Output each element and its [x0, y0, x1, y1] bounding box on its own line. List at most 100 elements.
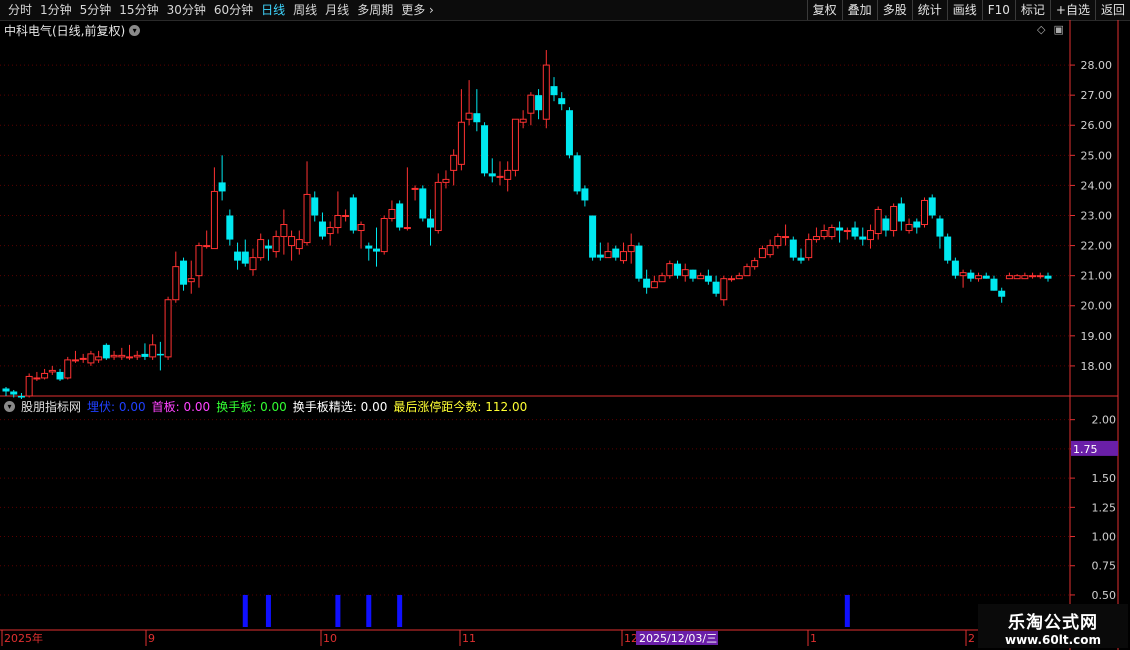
- indicator-bar: [366, 594, 372, 627]
- candle-body-down: [882, 218, 890, 231]
- candle-body-up: [604, 251, 612, 259]
- time-axis-label: 2025年: [4, 631, 43, 645]
- time-axis-label: 11: [462, 632, 476, 645]
- time-axis-label: 10: [323, 632, 337, 645]
- candle-body-down: [427, 218, 435, 228]
- indicator-axis-label: 1.25: [1092, 501, 1117, 514]
- candle-body-up: [866, 230, 874, 241]
- candle-body-up: [41, 372, 49, 379]
- candle-body-up: [751, 260, 759, 268]
- candle-body-down: [311, 197, 319, 216]
- candle-body-down: [156, 353, 164, 356]
- candle-body-up: [959, 272, 967, 277]
- candle-body-up: [133, 354, 141, 358]
- indicator-axis-label: 0.75: [1092, 560, 1117, 573]
- candle-body-down: [558, 98, 566, 105]
- indicator-axis-label: 1.00: [1092, 531, 1117, 544]
- candle-body-up: [843, 230, 851, 233]
- candle-body-up: [172, 266, 180, 301]
- candle-body-up: [735, 275, 743, 280]
- candle-body-down: [704, 275, 712, 282]
- candle-body-down: [241, 251, 249, 264]
- candle-body-up: [164, 299, 172, 358]
- candle-body-up: [334, 214, 342, 229]
- candle-body-up: [890, 205, 898, 232]
- time-axis-label: 12: [624, 632, 638, 645]
- candle-body-up: [25, 375, 33, 397]
- candle-body-down: [990, 278, 998, 291]
- kline-chart[interactable]: 28.0027.0026.0025.0024.0023.0022.0021.00…: [0, 0, 1130, 650]
- indicator-bar: [397, 594, 403, 627]
- candle-body-up: [465, 112, 473, 120]
- candle-body-up: [110, 354, 118, 358]
- candle-body-up: [820, 230, 828, 238]
- candle-body-up: [1005, 275, 1013, 280]
- time-axis-label: 9: [148, 632, 155, 645]
- candle-body-down: [481, 125, 489, 174]
- candle-body-up: [681, 269, 689, 277]
- candle-body-up: [758, 248, 766, 259]
- indicator-bar: [844, 594, 850, 627]
- candle-body-up: [118, 354, 126, 358]
- candle-body-up: [527, 94, 535, 114]
- candle-body-down: [10, 391, 18, 395]
- candle-body-up: [457, 121, 465, 165]
- candle-body-down: [473, 113, 481, 123]
- candle-body-up: [442, 178, 450, 183]
- candle-body-up: [79, 357, 87, 360]
- candle-body-down: [565, 110, 573, 156]
- candle-body-down: [365, 245, 373, 249]
- candle-body-up: [658, 275, 666, 283]
- watermark-title: 乐淘公式网: [1008, 613, 1098, 633]
- candle-body-up: [828, 227, 836, 238]
- candle-body-down: [928, 197, 936, 216]
- candle-body-down: [913, 221, 921, 228]
- price-axis-label: 22.00: [1081, 240, 1113, 253]
- candle-body-up: [1021, 275, 1029, 280]
- candle-body-up: [619, 251, 627, 262]
- candle-body-down: [797, 257, 805, 261]
- price-axis-label: 24.00: [1081, 179, 1113, 192]
- candle-body-down: [897, 203, 905, 222]
- candle-body-down: [488, 173, 496, 177]
- candle-body-up: [187, 278, 195, 283]
- candle-body-down: [581, 188, 589, 201]
- candle-body-up: [511, 118, 519, 171]
- candle-body-down: [234, 251, 242, 261]
- price-axis-label: 18.00: [1081, 360, 1113, 373]
- candle-body-up: [1036, 275, 1044, 278]
- candle-body-up: [303, 193, 311, 244]
- candle-body-up: [149, 344, 157, 358]
- candle-body-down: [951, 260, 959, 276]
- candle-body-down: [349, 197, 357, 231]
- time-axis-label: 1: [810, 632, 817, 645]
- candle-body-up: [380, 218, 388, 253]
- candle-body-down: [789, 239, 797, 258]
- candle-body-down: [643, 278, 651, 288]
- candle-body-down: [535, 95, 543, 111]
- candle-body-up: [64, 359, 72, 379]
- indicator-axis-label: 1.50: [1092, 472, 1117, 485]
- price-axis-label: 19.00: [1081, 330, 1113, 343]
- price-axis-label: 25.00: [1081, 149, 1113, 162]
- candle-body-down: [17, 396, 25, 398]
- candle-body-down: [589, 215, 597, 258]
- candle-body-up: [403, 227, 411, 230]
- candle-body-up: [1013, 275, 1021, 280]
- candle-body-up: [921, 199, 929, 226]
- candle-body-down: [689, 269, 697, 279]
- candle-body-down: [141, 353, 149, 357]
- candle-body-down: [226, 215, 234, 240]
- watermark-url: www.60lt.com: [1004, 633, 1102, 647]
- candle-body-down: [1044, 275, 1052, 279]
- candle-body-down: [102, 344, 110, 359]
- candle-body-down: [612, 248, 620, 258]
- candle-body-down: [264, 245, 272, 249]
- price-axis-label: 20.00: [1081, 300, 1113, 313]
- candle-body-down: [318, 221, 326, 237]
- indicator-bar: [335, 594, 341, 627]
- candle-body-down: [550, 86, 558, 96]
- candle-body-down: [851, 227, 859, 237]
- candle-body-up: [195, 245, 203, 277]
- candle-body-up: [627, 245, 635, 253]
